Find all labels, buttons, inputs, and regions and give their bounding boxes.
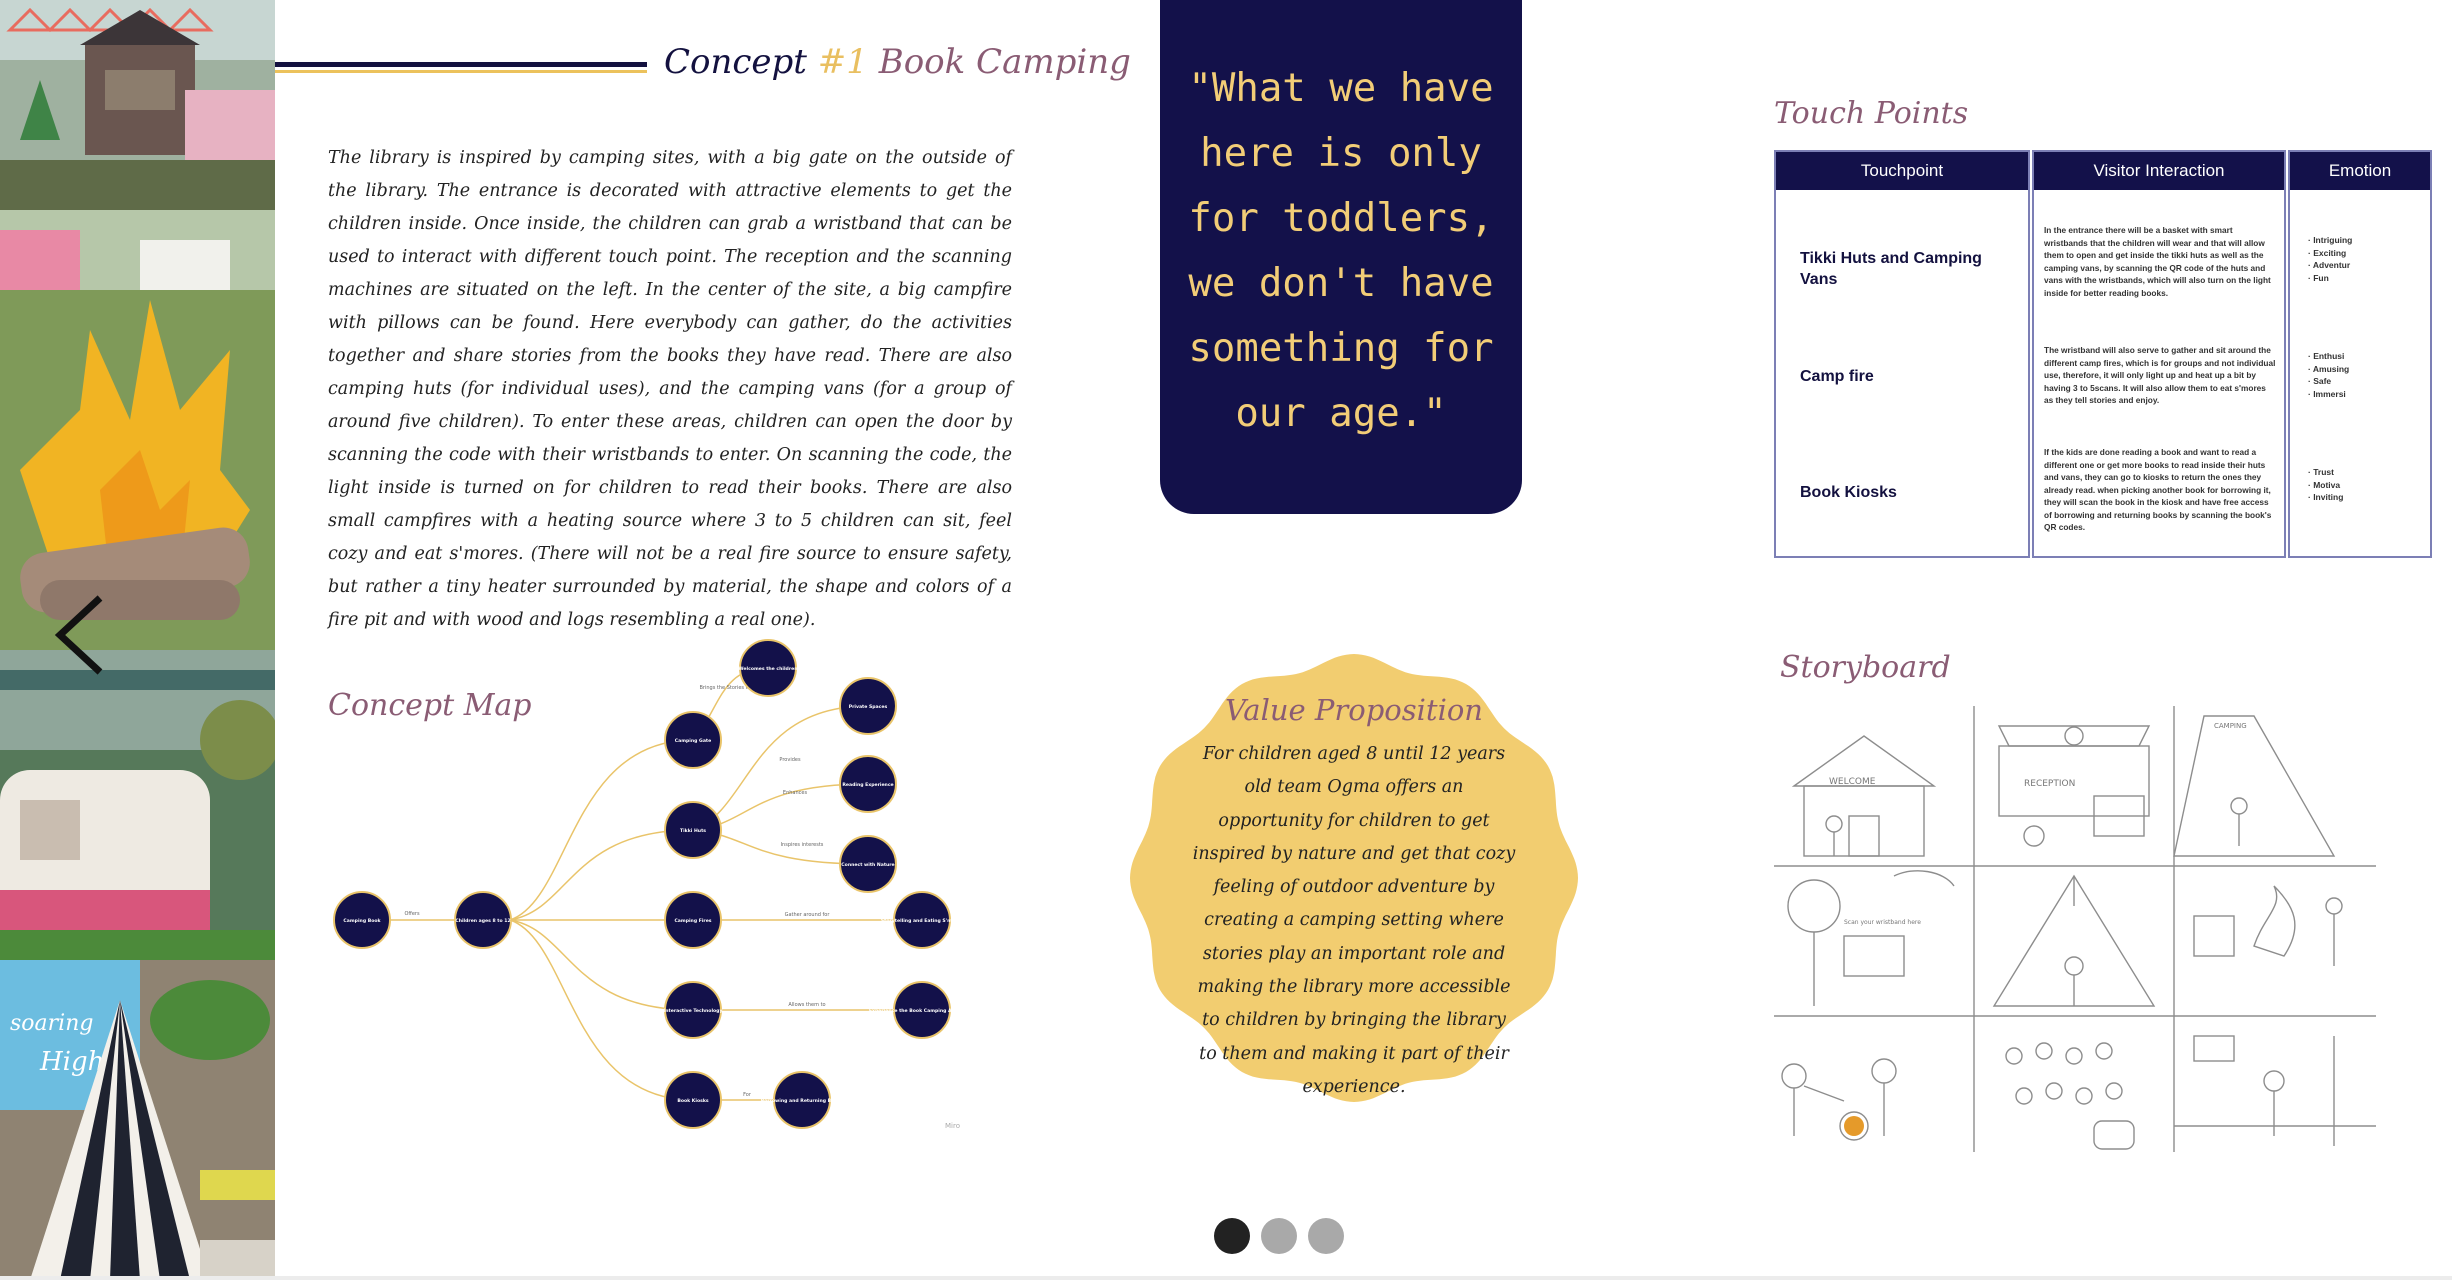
concept-name: Book Camping — [867, 42, 1131, 82]
edge-label: For — [743, 1092, 752, 1098]
sketch-text: WELCOME — [1829, 777, 1876, 787]
interaction-text: The wristband will also serve to gather … — [2044, 345, 2276, 405]
node-label: Book Kiosks — [677, 1098, 709, 1104]
concept-title-prefix: Concept — [664, 42, 818, 82]
sketch-text: Scan your wristband here — [1844, 919, 1921, 926]
node-label: Camping Fires — [674, 918, 711, 924]
slide-dot-3[interactable] — [1308, 1218, 1344, 1254]
concept-description: The library is inspired by camping sites… — [328, 148, 1012, 630]
concept-title: Concept #1 Book Camping — [664, 42, 1131, 82]
camping-van-photo — [0, 650, 275, 960]
concept-number: #1 — [817, 42, 868, 82]
teepee-photo: soaring High — [0, 960, 275, 1280]
node-label: Welcomes the children — [739, 666, 798, 672]
edge-label: Offers — [404, 911, 420, 917]
touchpoint-name: Book Kiosks — [1800, 484, 1897, 501]
touchpoint-name: Tikki Huts and Camping Vans — [1800, 250, 1982, 288]
title-rule — [275, 62, 647, 73]
edge-label: Allows them to — [788, 1002, 825, 1008]
node-label: Private Spaces — [849, 704, 888, 710]
edge-label: Gather around for — [785, 912, 831, 918]
concept-map-nodes — [333, 639, 951, 1129]
storyboard-color-accent — [1844, 1116, 1864, 1136]
node-label: Camping Gate — [675, 738, 711, 744]
photo-strip: soaring High — [0, 0, 275, 1280]
node-label: Camping Book — [343, 918, 381, 924]
emotion-column: Emotion · Intriguing · Exciting · Advent… — [2288, 150, 2432, 558]
chevron-left-icon[interactable] — [48, 590, 118, 680]
table-header: Touchpoint — [1776, 152, 2028, 190]
node-label: Experience the Book Camping Adventure — [869, 1008, 975, 1014]
concept-map-edge-labels: Offers Brings the Stories Inside Provide… — [404, 685, 830, 1098]
slide-dot-1[interactable] — [1214, 1218, 1250, 1254]
emotion-list: · Trust · Motiva · Inviting — [2308, 467, 2344, 502]
touchpoint-name: Camp fire — [1800, 368, 1874, 385]
node-label: Reading Experience — [842, 782, 893, 788]
concept-map: Offers Brings the Stories Inside Provide… — [333, 639, 975, 1130]
node-label: Children ages 8 to 12 — [455, 918, 510, 924]
quote-text: "What we have here is only for toddlers,… — [1188, 66, 1494, 436]
touchpoint-column: Touchpoint Tikki Huts and Camping Vans C… — [1774, 150, 2030, 558]
table-header: Emotion — [2290, 152, 2430, 190]
node-label: Borrowing and Returning Books — [761, 1098, 844, 1104]
classroom-cabin-photo — [0, 0, 275, 210]
emotion-list: · Enthusi · Amusing · Safe · Immersi — [2308, 351, 2350, 399]
edge-label: Provides — [779, 757, 801, 763]
edge-label: Inspires interests — [781, 842, 824, 848]
emotion-list: · Intriguing · Exciting · Adventur · Fun — [2308, 235, 2353, 283]
sketch-text: RECEPTION — [2024, 779, 2075, 789]
paper-campfire-photo — [0, 210, 275, 650]
node-label: Tikki Huts — [680, 828, 706, 834]
node-label: Connect with Nature — [841, 862, 894, 868]
node-label: Interactive Technology — [664, 1008, 723, 1014]
node-label: Storytelling and Eating S'mores — [881, 918, 964, 924]
touch-points-title: Touch Points — [1774, 96, 1969, 131]
touch-points-table: Touchpoint Tikki Huts and Camping Vans C… — [1774, 150, 2432, 558]
footer-divider — [0, 1276, 2452, 1280]
concept-map-edges — [362, 667, 922, 1101]
sketch-text: CAMPING — [2214, 722, 2247, 730]
value-proposition-title: Value Proposition — [1225, 693, 1483, 727]
storyboard-title: Storyboard — [1780, 650, 1951, 685]
miro-watermark: Miro — [945, 1122, 960, 1130]
interaction-text: In the entrance there will be a basket w… — [2044, 225, 2271, 298]
svg-text:soaring: soaring — [10, 1011, 93, 1036]
svg-text:High: High — [39, 1047, 104, 1077]
interaction-text: If the kids are done reading a book and … — [2044, 447, 2272, 532]
slide-dot-2[interactable] — [1261, 1218, 1297, 1254]
interaction-column: Visitor Interaction In the entrance ther… — [2032, 150, 2286, 558]
table-header: Visitor Interaction — [2034, 152, 2284, 190]
value-proposition-text: For children aged 8 until 12 years old t… — [1192, 744, 1516, 1097]
storyboard-sketches: WELCOME RECEPTION CAMPING Scan your wris… — [1774, 706, 2376, 1152]
edge-label: Enhances — [783, 790, 808, 796]
